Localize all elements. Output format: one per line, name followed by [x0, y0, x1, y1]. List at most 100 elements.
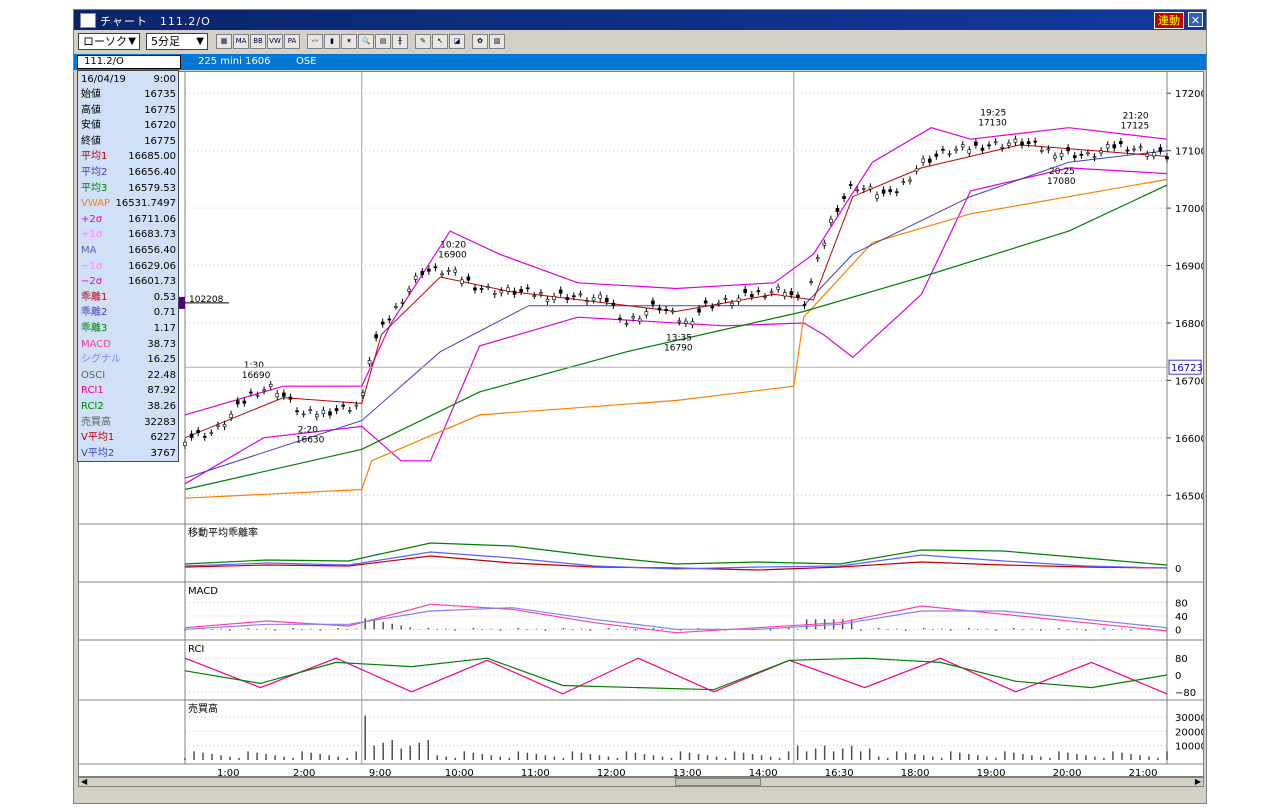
zoom-icon[interactable]: 🔍 [358, 34, 374, 49]
panel-row: 乖離3 1.17 [81, 321, 176, 336]
candle-body [960, 144, 965, 148]
candle-body [275, 393, 280, 398]
panel-row: シグナル 16.25 [81, 352, 176, 367]
color-icon[interactable]: ✿ [472, 34, 488, 49]
x-tick-label: 18:00 [901, 768, 930, 776]
trend-icon[interactable]: ▧ [489, 34, 505, 49]
candle-body [888, 189, 892, 193]
cursor-icon[interactable]: ↖ [432, 34, 448, 49]
pane-title: MACD [188, 586, 218, 597]
pa-icon[interactable]: PA [284, 34, 300, 49]
candle-body [578, 293, 583, 296]
panel-row-label: V平均2 [81, 447, 115, 459]
chart-canvas[interactable]: 16500 16600 16700 16800 16900 17000 17100 17200… [79, 72, 1207, 779]
candle-body [637, 318, 642, 322]
candle-body [433, 266, 438, 269]
scroll-right-icon[interactable]: ▶ [1195, 778, 1201, 786]
candle-body [1000, 146, 1005, 149]
candle-body [829, 218, 833, 223]
price-annotation-time: 10:20 [440, 241, 466, 251]
bar-icon[interactable]: ╫ [392, 34, 408, 49]
vwap-icon[interactable]: VW [267, 34, 283, 49]
candle-chart-icon[interactable]: ▮ [324, 34, 340, 49]
settings-icon[interactable]: ▦ [216, 34, 232, 49]
scroll-thumb[interactable] [675, 778, 761, 786]
candle-body [315, 414, 319, 418]
panel-row: −1σ 16629.06 [81, 259, 176, 274]
panel-row: 売買高 32283 [81, 415, 176, 430]
y-tick-label: 80 [1175, 654, 1188, 665]
panel-row: 平均1 16685.00 [81, 149, 176, 164]
candle-body [763, 296, 767, 298]
panel-row-value: 22.48 [147, 369, 176, 381]
bb-icon[interactable]: BB [250, 34, 266, 49]
candle-body [782, 292, 787, 297]
candle-body [387, 318, 392, 321]
candle-body [440, 273, 444, 276]
candle-body [1079, 153, 1084, 156]
candle-body [736, 297, 741, 302]
link-button[interactable]: 連動 [1154, 12, 1184, 29]
title-bar[interactable]: チャート 111.2/O 連動 ✕ [74, 10, 1206, 30]
price-annotation-value: 17080 [1047, 177, 1076, 187]
horizontal-scrollbar[interactable]: ◀ ▶ [78, 777, 1204, 787]
candle-body [565, 297, 570, 301]
candle-body [749, 294, 754, 298]
candle-body [328, 411, 332, 416]
y-tick-label: 30000 [1175, 713, 1203, 724]
price-annotation-time: 20:25 [1049, 167, 1075, 177]
price-annotation-value: 16900 [438, 251, 467, 261]
calc-icon[interactable]: ▤ [375, 34, 391, 49]
panel-row-value: 1.17 [153, 323, 176, 334]
candle-body [268, 384, 273, 387]
panel-row: MACD 38.73 [81, 337, 176, 352]
candle-body [473, 287, 477, 291]
panel-row: MA 16656.40 [81, 243, 176, 258]
candle-body [848, 184, 853, 186]
series-line [184, 555, 1168, 571]
cross-icon[interactable]: ✶ [341, 34, 357, 49]
candle-body [552, 295, 556, 301]
panel-row-label: MA [81, 245, 97, 256]
candle-body [611, 302, 616, 306]
data-panel: 16/04/19 9:00 始値 16735 高値 16775 安値 16720 終値 167… [77, 70, 179, 462]
interval-select[interactable]: 5分足 ▼ [146, 33, 208, 50]
candle-body [1145, 153, 1150, 157]
panel-row-value: 16720 [144, 120, 176, 132]
price-annotation-time: 21:20 [1123, 111, 1149, 121]
eraser-icon[interactable]: ◪ [449, 34, 465, 49]
candle-body [209, 432, 214, 435]
chart-area[interactable]: 16500 16600 16700 16800 16900 17000 17100 17200… [78, 71, 1207, 779]
ma-icon[interactable]: MA [233, 34, 249, 49]
x-tick-label: 10:00 [445, 768, 474, 776]
candle-body [1007, 142, 1011, 146]
candle-body [1039, 149, 1044, 152]
chart-type-select[interactable]: ローソク ▼ [78, 33, 140, 50]
line-chart-icon[interactable]: 〰 [307, 34, 323, 49]
y-tick-label: 17000 [1175, 204, 1203, 215]
panel-row-label: −2σ [81, 276, 103, 288]
candle-body [1152, 152, 1156, 157]
candle-body [479, 288, 484, 290]
close-icon[interactable]: ✕ [1188, 12, 1203, 27]
panel-row-value: 16775 [144, 104, 176, 116]
scroll-left-icon[interactable]: ◀ [81, 778, 87, 786]
candle-body [974, 141, 978, 146]
price-annotation-value: 17130 [978, 118, 1007, 128]
y-tick-label: −80 [1175, 688, 1196, 699]
price-annotation-time: 1:30 [244, 361, 264, 371]
candle-body [1020, 141, 1024, 146]
x-tick-label: 20:00 [1053, 768, 1082, 776]
candle-body [282, 392, 286, 397]
panel-row-value: 38.26 [147, 401, 176, 412]
pencil-icon[interactable]: ✎ [415, 34, 431, 49]
panel-time: 9:00 [153, 74, 176, 85]
candle-body [743, 288, 748, 293]
price-annotation-value: 17125 [1121, 121, 1150, 131]
symbol-code-input[interactable]: 111.2/O [77, 55, 181, 69]
candle-body [354, 404, 359, 407]
candle-body [486, 286, 490, 289]
candle-body [776, 286, 780, 290]
panel-row-label: 乖離1 [81, 291, 108, 303]
candle-body [914, 168, 919, 172]
